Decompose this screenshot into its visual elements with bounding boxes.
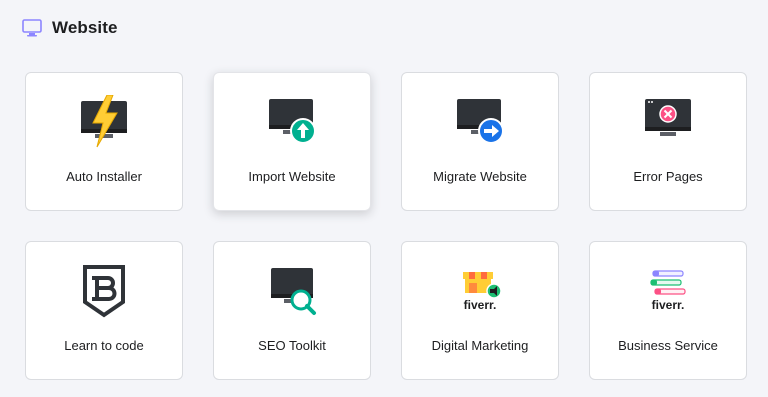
code-shield-icon — [77, 264, 131, 318]
fiverr-logo: fiverr. — [463, 298, 497, 312]
card-label: Error Pages — [633, 169, 703, 184]
migrate-website-card[interactable]: Migrate Website — [401, 72, 559, 211]
card-label: Digital Marketing — [431, 338, 529, 353]
seo-toolkit-card[interactable]: SEO Toolkit — [213, 241, 371, 380]
upload-monitor-icon — [265, 95, 319, 149]
section-title: Website — [52, 18, 118, 37]
learn-to-code-card[interactable]: Learn to code — [25, 241, 183, 380]
lightning-monitor-icon — [77, 95, 131, 149]
import-website-card[interactable]: Import Website — [213, 72, 371, 211]
card-label: SEO Toolkit — [258, 338, 326, 353]
card-label: Auto Installer — [66, 169, 142, 184]
card-label: Migrate Website — [433, 169, 527, 184]
card-label: Import Website — [248, 169, 336, 184]
error-monitor-icon — [641, 95, 695, 149]
migrate-monitor-icon — [453, 95, 507, 149]
fiverr-logo: fiverr. — [651, 298, 685, 312]
digital-marketing-card[interactable]: fiverr. Digital Marketing — [401, 241, 559, 380]
card-label: Business Service — [618, 338, 718, 353]
card-label: Learn to code — [64, 338, 144, 353]
fiverr-marketing-icon: fiverr. — [453, 264, 507, 318]
fiverr-business-icon: fiverr. — [641, 264, 695, 318]
section-header: Website — [22, 14, 118, 42]
business-service-card[interactable]: fiverr. Business Service — [589, 241, 747, 380]
auto-installer-card[interactable]: Auto Installer — [25, 72, 183, 211]
seo-monitor-icon — [265, 264, 319, 318]
monitor-icon — [22, 19, 42, 37]
error-pages-card[interactable]: Error Pages — [589, 72, 747, 211]
